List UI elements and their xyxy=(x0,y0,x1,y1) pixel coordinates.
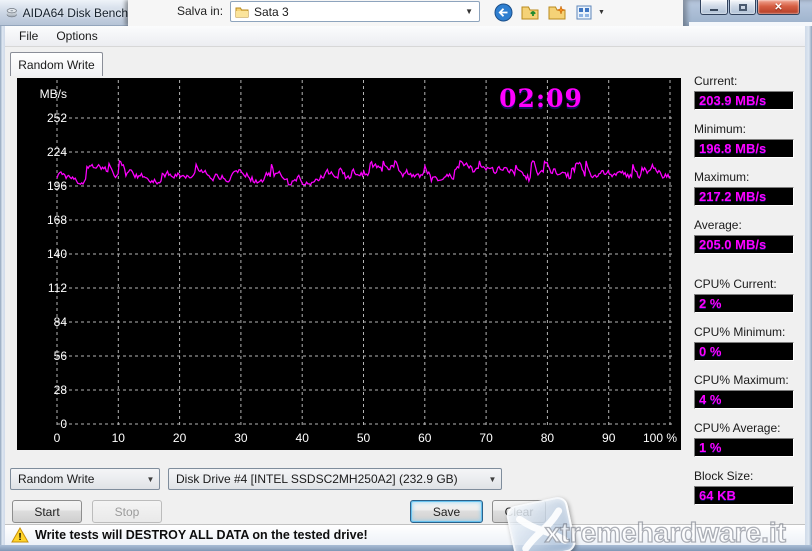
folder-up-icon[interactable] xyxy=(521,3,540,22)
window-border-left xyxy=(0,26,5,551)
chevron-down-icon[interactable]: ▼ xyxy=(598,9,605,16)
views-icon[interactable] xyxy=(575,3,594,22)
stat-group: CPU% Current: 2 % xyxy=(694,277,804,313)
benchmark-chart: 252 224 196 168 140 112 84 56 28 0 MB/s 0 10 20 30 40 50… xyxy=(17,78,681,450)
back-icon[interactable] xyxy=(494,3,513,22)
menu-options[interactable]: Options xyxy=(47,27,106,45)
window-border-bottom xyxy=(0,545,812,551)
stat-label: Maximum: xyxy=(694,170,750,184)
stat-value: 205.0 MB/s xyxy=(694,235,794,254)
window-title: AIDA64 Disk Bench xyxy=(22,5,128,20)
stat-value: 1 % xyxy=(694,438,794,457)
warning-text: Write tests will DESTROY ALL DATA on the… xyxy=(35,528,368,542)
stat-label: CPU% Minimum: xyxy=(694,325,786,339)
y-axis-tick-label: 168 xyxy=(47,213,67,227)
stat-value: 2 % xyxy=(694,294,794,313)
stat-value: 64 KB xyxy=(694,486,794,505)
chevron-down-icon: ▼ xyxy=(488,474,497,484)
y-axis-tick-label: 224 xyxy=(47,145,67,159)
tab-random-write[interactable]: Random Write xyxy=(10,52,103,76)
window-border-right xyxy=(805,26,812,551)
y-axis-tick-label: 252 xyxy=(47,111,67,125)
save-in-label: Salva in: xyxy=(177,4,224,18)
stat-value: 0 % xyxy=(694,342,794,361)
y-axis-tick-label: 56 xyxy=(54,349,68,363)
warning-bar: ! Write tests will DESTROY ALL DATA on t… xyxy=(5,524,805,545)
stat-group: Maximum: 217.2 MB/s xyxy=(694,170,804,206)
stat-label: CPU% Maximum: xyxy=(694,373,789,387)
x-axis-tick-label: 30 xyxy=(234,431,248,445)
x-axis-tick-label: 70 xyxy=(479,431,493,445)
stat-group: CPU% Average: 1 % xyxy=(694,421,804,457)
drive-dropdown[interactable]: Disk Drive #4 [INTEL SSDSC2MH250A2] (232… xyxy=(168,468,502,490)
disk-icon xyxy=(6,8,17,18)
y-axis-tick-label: 140 xyxy=(47,247,67,261)
x-axis-tick-label: 0 xyxy=(54,431,61,445)
x-axis-tick-label: 80 xyxy=(541,431,555,445)
new-folder-icon[interactable] xyxy=(548,3,567,22)
stat-value: 196.8 MB/s xyxy=(694,139,794,158)
chevron-down-icon: ▼ xyxy=(146,474,155,484)
folder-icon xyxy=(235,7,249,17)
stats-panel: Current: 203.9 MB/s Minimum: 196.8 MB/s Maxi… xyxy=(694,72,806,517)
stat-label: Minimum: xyxy=(694,122,747,136)
svg-text:!: ! xyxy=(18,532,21,543)
x-axis-tick-label: 20 xyxy=(173,431,187,445)
parent-window-titlebar: ✕ xyxy=(683,0,812,26)
test-type-value: Random Write xyxy=(18,472,95,486)
test-type-dropdown[interactable]: Random Write ▼ xyxy=(10,468,160,490)
stat-label: Average: xyxy=(694,218,742,232)
x-axis-tick-label: 100 % xyxy=(643,431,677,445)
save-location-value: Sata 3 xyxy=(254,4,289,19)
stat-group: Average: 205.0 MB/s xyxy=(694,218,804,254)
stat-group: Block Size: 64 KB xyxy=(694,469,804,505)
x-axis-tick-label: 40 xyxy=(296,431,310,445)
y-axis-tick-label: 84 xyxy=(54,315,68,329)
clear-button[interactable]: Clear xyxy=(492,500,546,523)
x-axis-tick-label: 90 xyxy=(602,431,616,445)
close-icon: ✕ xyxy=(774,1,783,13)
chart-canvas: 252 224 196 168 140 112 84 56 28 0 MB/s 0 10 20 30 40 50… xyxy=(40,80,677,445)
x-axis-tick-label: 60 xyxy=(418,431,432,445)
minimize-icon xyxy=(710,8,718,11)
x-axis-tick-label: 10 xyxy=(112,431,126,445)
stat-label: Block Size: xyxy=(694,469,754,483)
save-dialog-strip: Salva in: Sata 3 ▼ ▼ xyxy=(128,0,683,26)
warning-triangle-icon: ! xyxy=(11,527,29,543)
menu-bar: File Options xyxy=(0,26,812,47)
y-axis-tick-label: 112 xyxy=(48,281,67,295)
menu-file[interactable]: File xyxy=(10,27,47,45)
aida64-disk-benchmark-window: AIDA64 Disk Bench Salva in: Sata 3 ▼ ▼ ✕… xyxy=(0,0,812,551)
stat-group: CPU% Minimum: 0 % xyxy=(694,325,804,361)
stat-label: Current: xyxy=(694,74,738,88)
minimize-button[interactable] xyxy=(700,0,728,15)
close-button[interactable]: ✕ xyxy=(757,0,800,15)
x-axis-tick-label: 50 xyxy=(357,431,371,445)
maximize-icon xyxy=(738,3,747,11)
stat-group: Current: 203.9 MB/s xyxy=(694,74,804,110)
y-axis-unit-label: MB/s xyxy=(40,87,67,101)
maximize-button[interactable] xyxy=(729,0,756,15)
elapsed-time: 02:09 xyxy=(499,84,583,113)
stat-group: CPU% Maximum: 4 % xyxy=(694,373,804,409)
stat-value: 217.2 MB/s xyxy=(694,187,794,206)
drive-value: Disk Drive #4 [INTEL SSDSC2MH250A2] (232… xyxy=(176,472,458,486)
save-button[interactable]: Save xyxy=(410,500,483,523)
start-button[interactable]: Start xyxy=(12,500,82,523)
stat-label: CPU% Current: xyxy=(694,277,777,291)
y-axis-tick-label: 196 xyxy=(47,179,67,193)
stat-group: Minimum: 196.8 MB/s xyxy=(694,122,804,158)
stat-value: 203.9 MB/s xyxy=(694,91,794,110)
y-axis-tick-label: 28 xyxy=(54,383,68,397)
chevron-down-icon: ▼ xyxy=(465,7,473,16)
stat-value: 4 % xyxy=(694,390,794,409)
stop-button: Stop xyxy=(92,500,162,523)
stat-label: CPU% Average: xyxy=(694,421,781,435)
save-location-dropdown[interactable]: Sata 3 ▼ xyxy=(230,1,480,22)
y-axis-tick-label: 0 xyxy=(60,417,67,431)
benchmark-titlebar[interactable]: AIDA64 Disk Bench xyxy=(0,0,128,26)
